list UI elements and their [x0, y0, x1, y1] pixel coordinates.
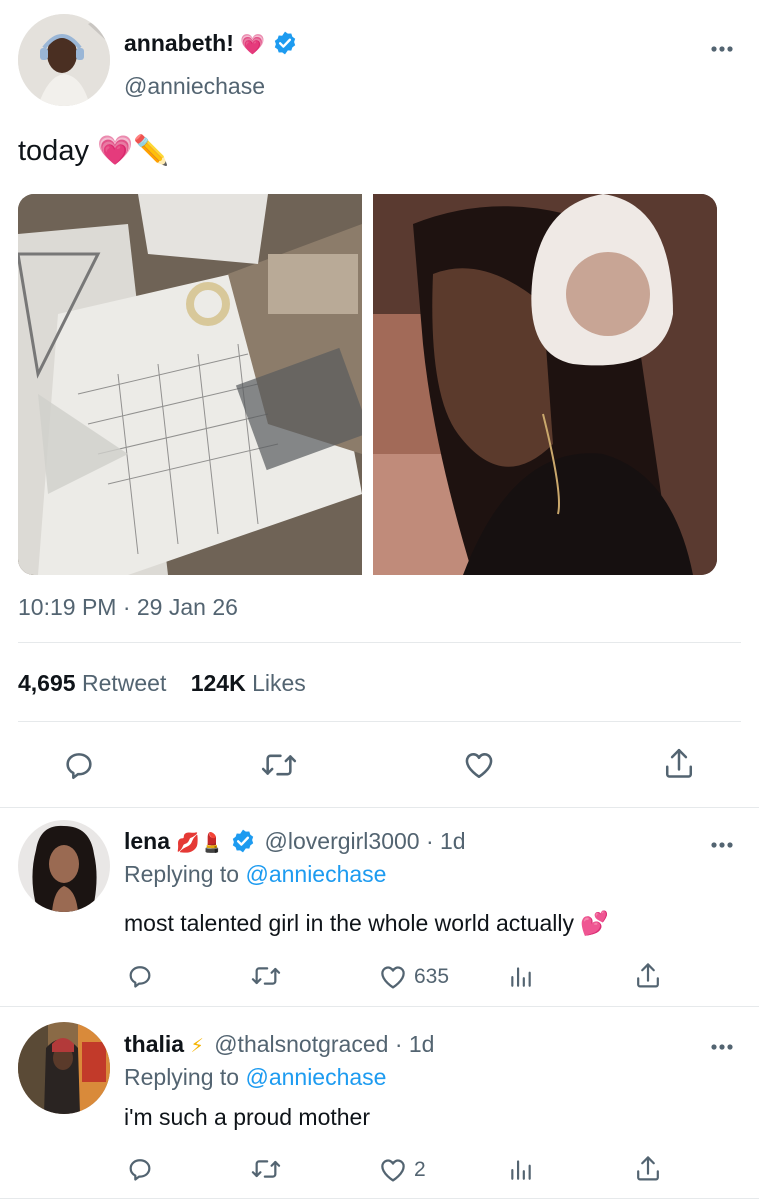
likes-label: Likes: [252, 670, 306, 696]
replying-to-label: Replying to: [124, 861, 240, 887]
divider: [18, 721, 741, 722]
handle-and-time[interactable]: @thalsnotgraced · 1d: [214, 1031, 434, 1057]
media-image-selfie[interactable]: [373, 194, 717, 575]
display-name[interactable]: annabeth!: [124, 30, 234, 56]
reply-text: most talented girl in the whole world ac…: [124, 910, 610, 936]
reply-icon[interactable]: [126, 962, 154, 995]
replying-to: Replying to @anniechase: [124, 861, 386, 888]
likes-count: 124K: [190, 670, 246, 696]
name-emoji: 💗: [240, 34, 266, 56]
replying-to-handle[interactable]: @anniechase: [245, 861, 386, 887]
share-icon[interactable]: [662, 746, 696, 787]
more-icon[interactable]: [710, 40, 734, 52]
like-icon[interactable]: [378, 1155, 408, 1190]
reply-text: i'm such a proud mother: [124, 1104, 371, 1130]
retweet-icon[interactable]: [250, 962, 282, 995]
retweets-stat[interactable]: 4,695 Retweet: [18, 670, 173, 696]
like-count: 2: [414, 1158, 426, 1181]
display-name[interactable]: lena: [124, 828, 170, 854]
name-emoji: ⚡: [190, 1036, 204, 1057]
more-icon[interactable]: [710, 836, 734, 848]
reply-icon[interactable]: [126, 1155, 154, 1188]
like-icon[interactable]: [378, 962, 408, 997]
share-icon[interactable]: [634, 1154, 662, 1189]
tweet-text: today 💗✏️: [18, 135, 170, 167]
divider: [0, 807, 759, 808]
divider: [0, 1198, 759, 1199]
retweet-icon[interactable]: [250, 1155, 282, 1188]
likes-stat[interactable]: 124K Likes: [191, 670, 306, 696]
share-icon[interactable]: [634, 961, 662, 996]
handle-and-time[interactable]: @lovergirl3000 · 1d: [265, 828, 466, 854]
avatar[interactable]: [18, 820, 110, 912]
more-icon[interactable]: [710, 1038, 734, 1050]
avatar[interactable]: [18, 14, 110, 106]
engagement-stats: 4,695 Retweet 124K Likes: [18, 670, 306, 697]
verified-badge-icon: [230, 828, 256, 860]
like-count: 635: [414, 965, 450, 988]
divider: [0, 1006, 759, 1007]
retweets-count: 4,695: [18, 670, 76, 696]
replying-to: Replying to @anniechase: [124, 1064, 386, 1091]
retweet-icon[interactable]: [260, 748, 298, 787]
replying-to-handle[interactable]: @anniechase: [245, 1064, 386, 1090]
divider: [18, 642, 741, 643]
verified-badge-icon: [272, 30, 298, 62]
media-image-drawings[interactable]: [18, 194, 362, 575]
replying-to-label: Replying to: [124, 1064, 240, 1090]
display-name[interactable]: thalia: [124, 1031, 184, 1057]
like-icon[interactable]: [462, 748, 496, 787]
name-emoji: 💋💄: [176, 833, 224, 854]
handle[interactable]: @anniechase: [124, 73, 265, 100]
views-icon[interactable]: [508, 1156, 534, 1187]
timestamp[interactable]: 10:19 PM · 29 Jan 26: [18, 594, 238, 621]
avatar[interactable]: [18, 1022, 110, 1114]
views-icon[interactable]: [508, 963, 534, 994]
retweets-label: Retweet: [81, 670, 167, 696]
reply-icon[interactable]: [62, 748, 96, 787]
